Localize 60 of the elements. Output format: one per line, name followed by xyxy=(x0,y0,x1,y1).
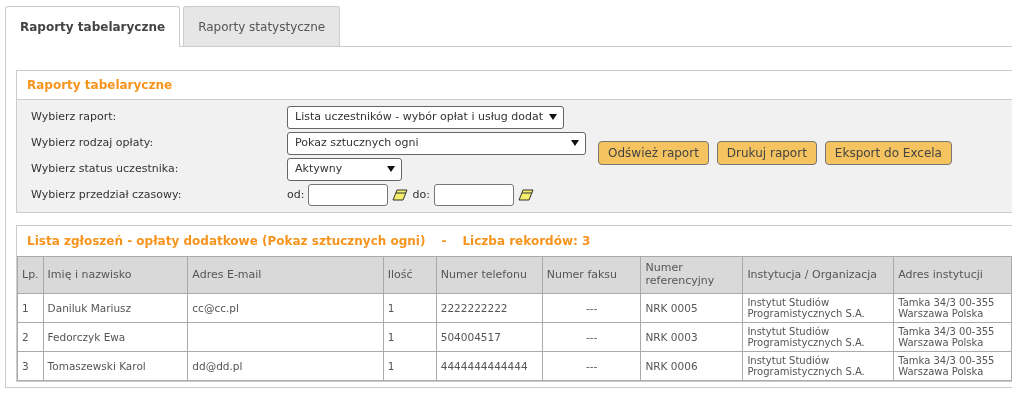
table-cell: --- xyxy=(542,351,641,381)
action-button[interactable]: Odśwież raport xyxy=(598,141,709,165)
table-cell: NRK 0003 xyxy=(640,322,743,352)
column-header: Numer telefonu xyxy=(436,256,543,294)
table-cell: --- xyxy=(542,322,641,352)
table-cell: Daniluk Mariusz xyxy=(43,293,188,323)
table-cell: 4444444444444 xyxy=(436,351,543,381)
column-header: Lp. xyxy=(17,256,44,294)
action-button[interactable]: Eksport do Excela xyxy=(824,141,952,165)
table-cell: dd@dd.pl xyxy=(187,351,384,381)
eraser-icon[interactable] xyxy=(392,189,409,201)
table-cell: Fedorczyk Ewa xyxy=(43,322,188,352)
from-label: od: xyxy=(287,186,305,203)
table-cell: 1 xyxy=(383,293,437,323)
tab[interactable]: Raporty statystyczne xyxy=(183,6,341,46)
field-label: Wybierz rodzaj opłaty: xyxy=(31,134,155,151)
table-cell: Tamka 34/3 00-355 Warszawa Polska xyxy=(893,322,1012,352)
dropdown[interactable]: Pokaz sztucznych ogni xyxy=(287,131,586,155)
date-field[interactable] xyxy=(433,184,514,206)
caret-icon xyxy=(571,139,579,147)
table-cell: Tomaszewski Karol xyxy=(43,351,188,381)
field-label: Wybierz status uczestnika: xyxy=(31,160,180,177)
table-cell: 2222222222 xyxy=(436,293,543,323)
column-header: Instytucja / Organizacja xyxy=(742,256,894,294)
table-cell: 1 xyxy=(383,322,437,352)
table-cell: Tamka 34/3 00-355 Warszawa Polska xyxy=(893,351,1012,381)
results-title: Lista zgłoszeń - opłaty dodatkowe (Pokaz sztucznych ogni) xyxy=(27,233,426,250)
column-header: Adres instytucji xyxy=(893,256,1012,294)
panel-title: Raporty tabelaryczne xyxy=(26,77,174,94)
table-cell: 1 xyxy=(383,351,437,381)
table-cell: NRK 0005 xyxy=(640,293,743,323)
column-header: Numer faksu xyxy=(542,256,641,294)
table-cell: NRK 0006 xyxy=(640,351,743,381)
caret-icon xyxy=(549,113,557,121)
eraser-icon[interactable] xyxy=(517,189,534,201)
table-cell: Tamka 34/3 00-355 Warszawa Polska xyxy=(893,293,1012,323)
column-header: Ilość xyxy=(383,256,437,294)
column-header: Numer referencyjny xyxy=(640,256,743,294)
dropdown[interactable]: Lista uczestników - wybór opłat i usług dodat xyxy=(287,105,564,129)
table-cell: --- xyxy=(542,293,641,323)
action-button[interactable]: Drukuj raport xyxy=(716,141,817,165)
table-cell: Instytut Studiów Programistycznych S.A. xyxy=(742,293,894,323)
table-cell: cc@cc.pl xyxy=(187,293,384,323)
date-field[interactable] xyxy=(308,184,389,206)
table-cell: Instytut Studiów Programistycznych S.A. xyxy=(742,322,894,352)
tab[interactable]: Raporty tabelaryczne xyxy=(5,6,181,47)
table-cell: Instytut Studiów Programistycznych S.A. xyxy=(742,351,894,381)
column-header: Imię i nazwisko xyxy=(43,256,188,294)
to-label: do: xyxy=(412,186,430,203)
field-label: Wybierz raport: xyxy=(31,108,118,125)
table-cell: 504004517 xyxy=(436,322,543,352)
table-cell: 2 xyxy=(17,322,44,352)
caret-icon xyxy=(387,165,395,173)
record-count: Liczba rekordów: 3 xyxy=(462,233,591,250)
table-cell: 1 xyxy=(17,293,44,323)
field-label: Wybierz przedział czasowy: xyxy=(31,186,183,203)
dropdown[interactable]: Aktywny xyxy=(287,157,402,181)
separator: - xyxy=(441,233,447,250)
column-header: Adres E-mail xyxy=(187,256,384,294)
table-cell: 3 xyxy=(17,351,44,381)
